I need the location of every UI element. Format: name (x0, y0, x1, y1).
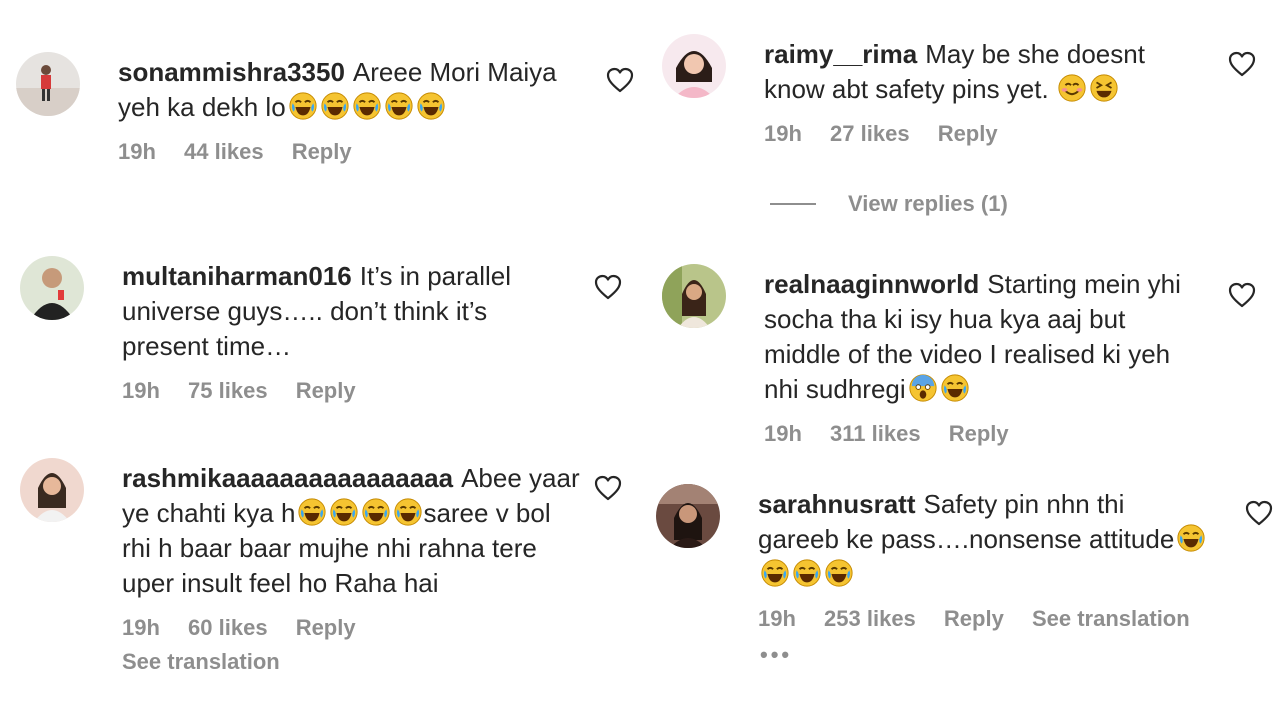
see-translation-link[interactable]: See translation (122, 649, 582, 675)
like-count[interactable]: 27 likes (830, 121, 910, 146)
like-count[interactable]: 44 likes (184, 139, 264, 164)
view-replies-label: View replies (1) (848, 191, 1008, 216)
face-with-tears-of-joy-icon (393, 497, 423, 527)
reply-button[interactable]: Reply (949, 421, 1009, 446)
timestamp: 19h (764, 121, 802, 146)
view-replies-button[interactable]: View replies (1) (770, 191, 1008, 217)
comment-content: multaniharman016 It’s in parallel univers… (122, 259, 552, 404)
username[interactable]: rashmikaaaaaaaaaaaaaaaa (122, 463, 453, 493)
avatar[interactable] (16, 52, 80, 116)
heart-outline-icon[interactable] (1228, 51, 1256, 77)
face-with-tears-of-joy-icon (288, 91, 318, 121)
face-with-tears-of-joy-icon (384, 91, 414, 121)
like-count[interactable]: 253 likes (824, 606, 916, 631)
avatar[interactable] (662, 34, 726, 98)
username[interactable]: sarahnusratt (758, 489, 916, 519)
username[interactable]: multaniharman016 (122, 261, 352, 291)
comment-meta: 19h 27 likes Reply (764, 121, 1184, 147)
comment-meta: 19h 44 likes Reply (118, 139, 558, 165)
timestamp: 19h (122, 615, 160, 640)
avatar[interactable] (662, 264, 726, 328)
avatar[interactable] (20, 458, 84, 522)
face-with-tears-of-joy-icon (361, 497, 391, 527)
avatar[interactable] (20, 256, 84, 320)
reply-button[interactable]: Reply (944, 606, 1004, 631)
like-count[interactable]: 75 likes (188, 378, 268, 403)
comment-meta: 19h 60 likes Reply (122, 615, 582, 641)
reply-button[interactable]: Reply (292, 139, 352, 164)
face-with-tears-of-joy-icon (329, 497, 359, 527)
like-count[interactable]: 60 likes (188, 615, 268, 640)
face-with-tears-of-joy-icon (352, 91, 382, 121)
comment-content: raimy__rima May be she doesnt know abt sa… (764, 37, 1184, 147)
see-translation-link[interactable]: See translation (1032, 606, 1190, 631)
reply-button[interactable]: Reply (938, 121, 998, 146)
face-with-tears-of-joy-icon (940, 373, 970, 403)
heart-outline-icon[interactable] (594, 274, 622, 300)
username[interactable]: sonammishra3350 (118, 57, 345, 87)
face-screaming-in-fear-icon (908, 373, 938, 403)
comment-content: rashmikaaaaaaaaaaaaaaaa Abee yaar ye chah… (122, 461, 582, 675)
smiling-face-icon (1057, 73, 1087, 103)
heart-outline-icon[interactable] (1245, 500, 1273, 526)
face-with-tears-of-joy-icon (416, 91, 446, 121)
face-with-tears-of-joy-icon (824, 558, 854, 588)
face-with-tears-of-joy-icon (760, 558, 790, 588)
more-options-icon[interactable]: ••• (760, 642, 792, 668)
comment-content: sarahnusratt Safety pin nhn thi gareeb ke… (758, 487, 1208, 632)
username[interactable]: raimy__rima (764, 39, 917, 69)
timestamp: 19h (118, 139, 156, 164)
grinning-squinting-face-icon (1089, 73, 1119, 103)
timestamp: 19h (764, 421, 802, 446)
comment-content: sonammishra3350 Areee Mori Maiya yeh ka d… (118, 55, 558, 165)
username[interactable]: realnaaginnworld (764, 269, 979, 299)
comment-meta: 19h 311 likes Reply (764, 421, 1204, 447)
heart-outline-icon[interactable] (1228, 282, 1256, 308)
avatar[interactable] (656, 484, 720, 548)
heart-outline-icon[interactable] (594, 475, 622, 501)
divider-line (770, 203, 816, 205)
timestamp: 19h (758, 606, 796, 631)
reply-button[interactable]: Reply (296, 378, 356, 403)
comment-meta: 19h 253 likes Reply See translation (758, 606, 1208, 632)
face-with-tears-of-joy-icon (297, 497, 327, 527)
reply-button[interactable]: Reply (296, 615, 356, 640)
like-count[interactable]: 311 likes (830, 421, 921, 446)
timestamp: 19h (122, 378, 160, 403)
face-with-tears-of-joy-icon (792, 558, 822, 588)
comment-meta: 19h 75 likes Reply (122, 378, 552, 404)
face-with-tears-of-joy-icon (1176, 523, 1206, 553)
comment-content: realnaaginnworld Starting mein yhi socha … (764, 267, 1204, 447)
face-with-tears-of-joy-icon (320, 91, 350, 121)
heart-outline-icon[interactable] (606, 67, 634, 93)
